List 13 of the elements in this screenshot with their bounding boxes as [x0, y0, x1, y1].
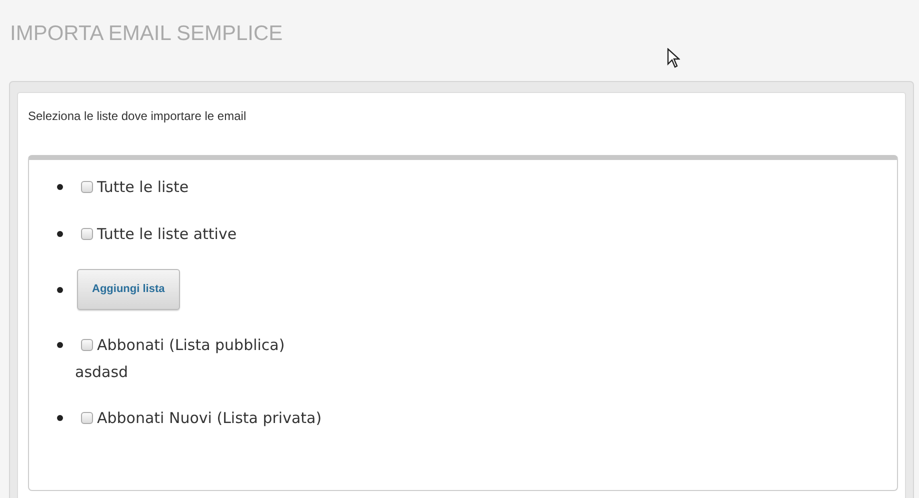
checkbox-label: Tutte le liste: [97, 177, 189, 198]
cursor-icon: [667, 48, 680, 68]
checkbox[interactable]: [81, 339, 93, 352]
checkbox-label: Tutte le liste attive: [97, 224, 237, 244]
page-title: IMPORTA EMAIL SEMPLICE: [10, 23, 284, 44]
list-description: asdasd: [75, 362, 130, 382]
checkbox[interactable]: [81, 181, 93, 194]
checkbox[interactable]: [81, 228, 93, 240]
checkbox-label: Abbonati (Lista pubblica): [97, 335, 285, 356]
checkbox[interactable]: [81, 412, 93, 424]
checkbox-label: Abbonati Nuovi (Lista privata): [97, 408, 322, 429]
instruction-text: Seleziona le liste dove importare le email: [28, 108, 248, 125]
add-list-button[interactable]: Aggiungi lista: [77, 269, 180, 310]
